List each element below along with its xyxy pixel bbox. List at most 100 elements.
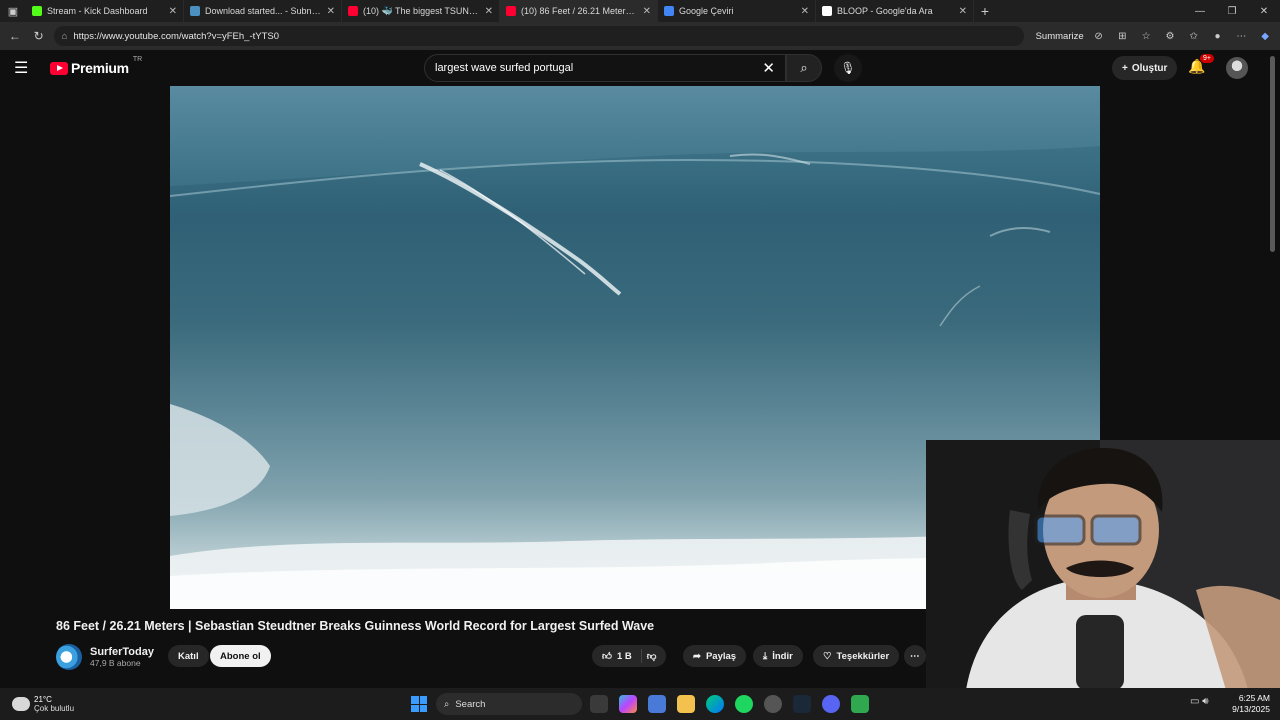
reader-icon[interactable]: ⊞: [1113, 31, 1131, 42]
create-label: Oluştur: [1131, 62, 1168, 74]
more-icon: ⋯: [910, 650, 920, 662]
tab-favicon-icon: [664, 6, 674, 16]
share-label: Paylaş: [705, 650, 737, 662]
share-button[interactable]: ➦ Paylaş: [683, 645, 747, 667]
download-button[interactable]: ⤓ İndir: [753, 645, 803, 667]
voice-search-button[interactable]: 🎙: [834, 54, 862, 82]
site-info-icon[interactable]: ⌂: [62, 31, 68, 42]
discord-icon[interactable]: [822, 695, 840, 713]
window-controls: — ❐ ✕: [1184, 6, 1280, 17]
store-icon[interactable]: [648, 695, 666, 713]
like-divider: [640, 649, 642, 663]
webcam-person-image: [926, 440, 1280, 690]
browser-tab[interactable]: BLOOP - Google'da Ara ✕: [816, 0, 974, 22]
temperature: 21°C: [34, 695, 52, 704]
sheets-icon[interactable]: [851, 695, 869, 713]
notification-badge: 9+: [1200, 54, 1214, 63]
browser-tab[interactable]: Google Çeviri ✕: [658, 0, 816, 22]
search-query: largest wave surfed portugal: [435, 62, 574, 74]
extensions-icon[interactable]: ⚙: [1161, 31, 1179, 42]
tab-close-icon[interactable]: ✕: [643, 6, 651, 17]
tab-close-icon[interactable]: ✕: [485, 6, 493, 17]
cloud-icon: [12, 697, 30, 711]
tab-close-icon[interactable]: ✕: [169, 6, 177, 17]
system-tray-icons[interactable]: ▭ 🔊︎: [1190, 696, 1209, 707]
taskbar-search-label: Search: [455, 698, 486, 710]
subscribe-label: Abone ol: [220, 650, 261, 662]
address-toolbar: ← ↻ ⌂ https://www.youtube.com/watch?v=yF…: [0, 22, 1280, 50]
file-explorer-icon[interactable]: [677, 695, 695, 713]
browser-tab[interactable]: Download started... - Subnautica ✕: [184, 0, 342, 22]
refresh-icon[interactable]: ↻: [30, 29, 48, 43]
browser-tab[interactable]: (10) 🐳 The biggest TSUNAMIS in ✕: [342, 0, 500, 22]
minimize-icon[interactable]: —: [1184, 6, 1216, 17]
create-button[interactable]: + Oluştur: [1112, 56, 1178, 80]
menu-icon[interactable]: ⋯: [1232, 31, 1250, 42]
tab-title: Google Çeviri: [679, 6, 734, 16]
tab-favicon-icon: [348, 6, 358, 16]
hamburger-menu-icon[interactable]: ☰: [14, 58, 40, 78]
chatgpt-icon[interactable]: [764, 695, 782, 713]
logo-text: Premium: [71, 60, 129, 76]
tab-favicon-icon: [32, 6, 42, 16]
browser-tab-bar: ▣ Stream - Kick Dashboard ✕ Download start…: [0, 0, 1280, 22]
thumbs-up-icon: 👍︎: [602, 651, 612, 662]
like-count: 1 B: [616, 650, 632, 662]
region-code: TR: [132, 56, 143, 63]
favorites-icon[interactable]: ✩: [1185, 31, 1203, 42]
download-label: İndir: [772, 650, 793, 662]
tab-close-icon[interactable]: ✕: [327, 6, 335, 17]
maximize-icon[interactable]: ❐: [1216, 6, 1248, 17]
join-button[interactable]: Katıl: [168, 645, 209, 667]
thumbs-down-icon[interactable]: 👎︎: [647, 650, 657, 662]
like-button[interactable]: 👍︎ 1 B 👎︎: [592, 645, 667, 667]
clear-search-icon[interactable]: ✕: [762, 59, 775, 77]
copilot-taskbar-icon[interactable]: [619, 695, 637, 713]
browser-tab[interactable]: (10) 86 Feet / 26.21 Meters | Se ✕: [500, 0, 658, 22]
channel-avatar[interactable]: [56, 644, 82, 670]
tab-actions-icon[interactable]: ▣: [0, 0, 26, 22]
subscribe-button[interactable]: Abone ol: [210, 645, 271, 667]
clock-time: 6:25 AM: [1238, 693, 1270, 703]
search-input[interactable]: largest wave surfed portugal ✕: [424, 54, 786, 82]
thanks-button[interactable]: ♡ Teşekkürler: [813, 645, 900, 667]
edge-icon[interactable]: [706, 695, 724, 713]
close-window-icon[interactable]: ✕: [1248, 6, 1280, 17]
new-tab-button[interactable]: +: [974, 3, 996, 19]
more-actions-button[interactable]: ⋯: [904, 645, 926, 667]
profile-icon[interactable]: ●: [1209, 31, 1227, 42]
youtube-logo[interactable]: Premium TR: [50, 56, 142, 76]
youtube-play-icon: [50, 61, 68, 75]
address-bar[interactable]: ⌂ https://www.youtube.com/watch?v=yFEh_-…: [53, 26, 1024, 46]
video-title: 86 Feet / 26.21 Meters | Sebastian Steud…: [56, 619, 655, 633]
steam-icon[interactable]: [793, 695, 811, 713]
weather-condition: Çok bulutlu: [34, 704, 75, 713]
copilot-icon[interactable]: ◆: [1256, 31, 1274, 42]
weather-widget[interactable]: 21°C Çok bulutlu: [12, 695, 74, 713]
tab-close-icon[interactable]: ✕: [801, 6, 809, 17]
back-icon[interactable]: ←: [6, 29, 24, 43]
account-avatar[interactable]: [1226, 57, 1248, 79]
channel-name[interactable]: SurferToday: [90, 646, 154, 658]
mic-icon: 🎙: [840, 61, 856, 75]
system-clock[interactable]: 6:25 AM 9/13/2025: [1226, 693, 1270, 715]
spotify-icon[interactable]: [735, 695, 753, 713]
favorite-star-icon[interactable]: ☆: [1137, 31, 1155, 42]
copilot-summary-icon[interactable]: ⊘: [1090, 31, 1108, 42]
browser-tab[interactable]: Stream - Kick Dashboard ✕: [26, 0, 184, 22]
scrollbar-thumb[interactable]: [1270, 56, 1275, 252]
share-icon: ➦: [693, 650, 701, 662]
summarize-button[interactable]: Summarize: [1036, 31, 1084, 42]
task-view-icon[interactable]: [590, 695, 608, 713]
plus-icon: +: [1122, 62, 1128, 74]
tab-close-icon[interactable]: ✕: [959, 6, 967, 17]
start-button[interactable]: [411, 696, 427, 712]
tab-title: (10) 🐳 The biggest TSUNAMIS in: [363, 5, 480, 16]
taskbar-search[interactable]: ⌕ Search: [436, 693, 582, 715]
clock-date: 9/13/2025: [1232, 704, 1270, 714]
thanks-heart-icon: ♡: [823, 650, 832, 662]
search-icon: ⌕: [800, 60, 808, 75]
youtube-header: ☰ Premium TR largest wave surfed portuga…: [0, 50, 1280, 86]
windows-taskbar: 21°C Çok bulutlu ⌕ Search ▭ 🔊︎ 6:25 AM 9…: [0, 688, 1280, 720]
search-button[interactable]: ⌕: [786, 54, 822, 82]
